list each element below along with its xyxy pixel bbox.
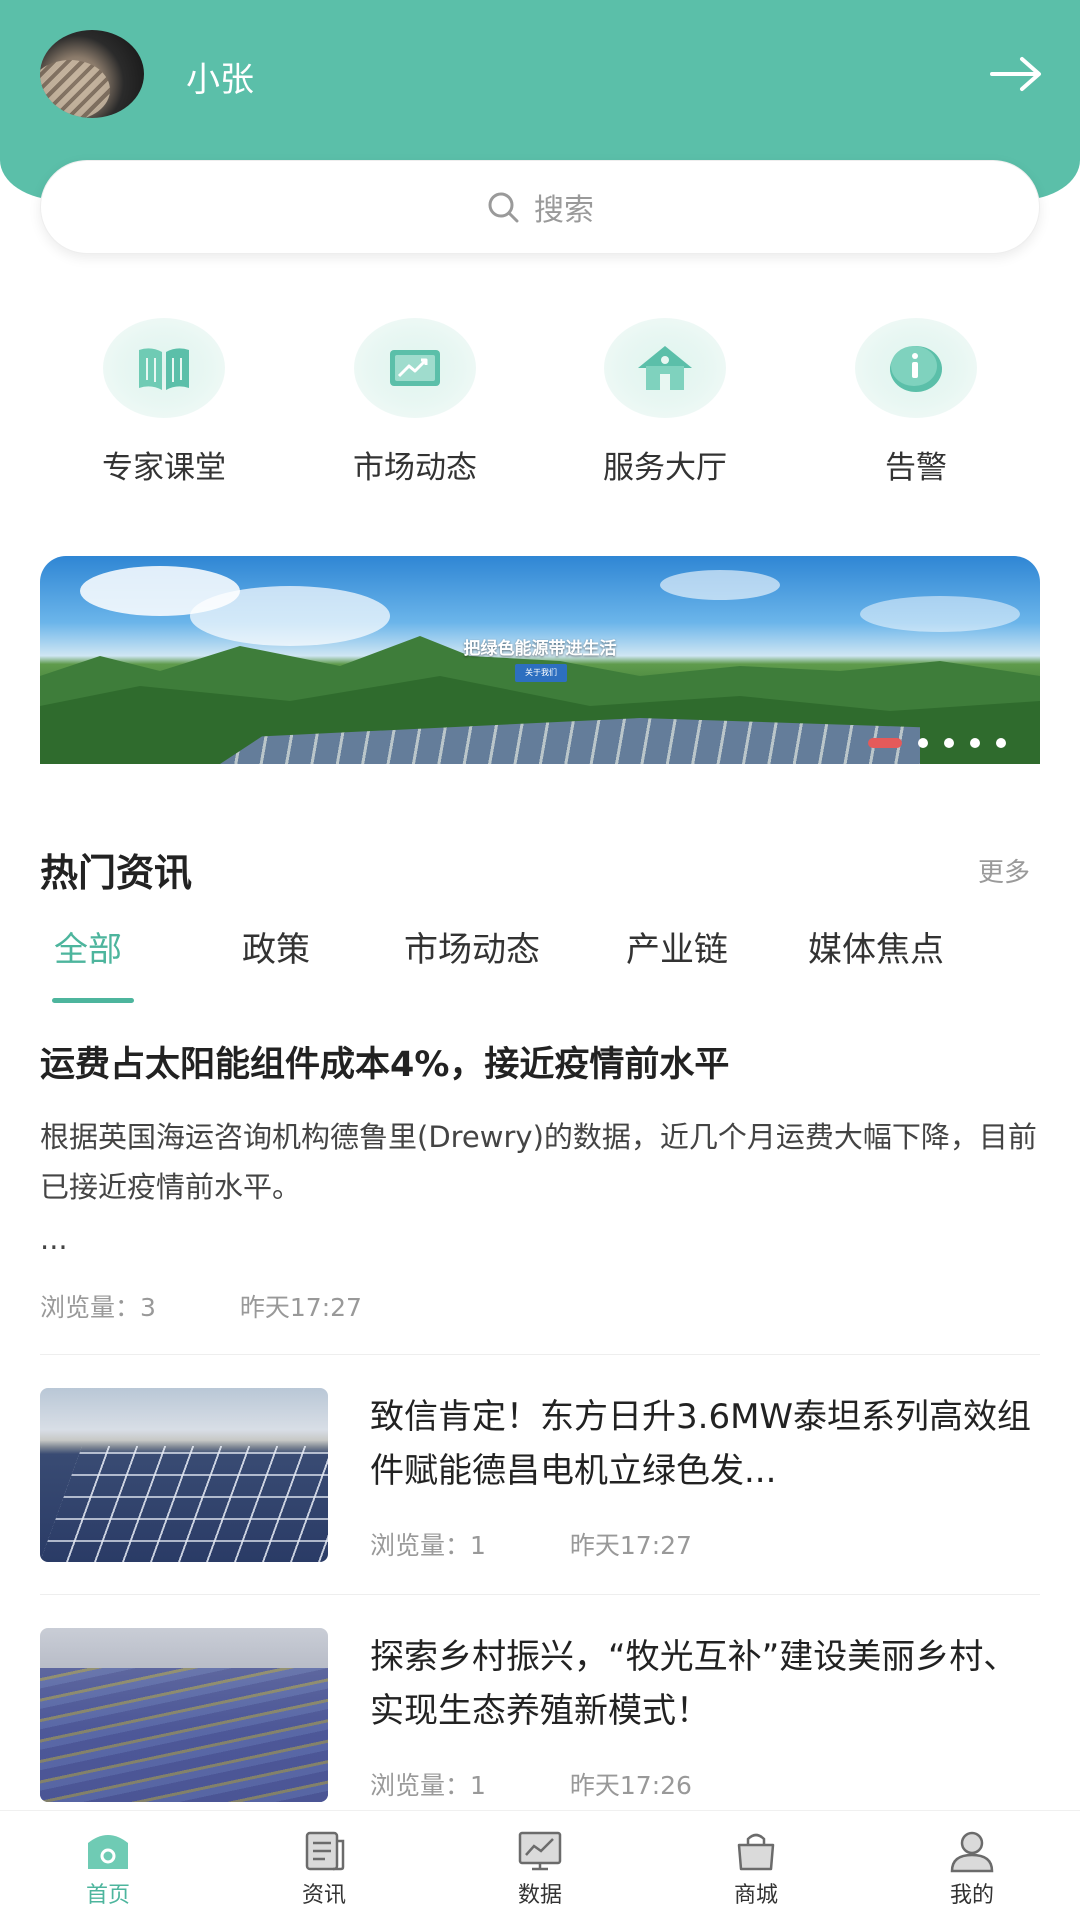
nav-home[interactable]: 首页 — [48, 1829, 168, 1909]
article-title[interactable]: 探索乡村振兴，“牧光互补”建设美丽乡村、实现生态养殖新模式！ — [370, 1630, 1040, 1738]
avatar[interactable] — [40, 30, 144, 118]
quick-label: 专家课堂 — [102, 450, 226, 486]
book-icon — [139, 348, 189, 390]
tab-market[interactable]: 市场动态 — [404, 922, 540, 971]
nav-label: 我的 — [949, 1883, 994, 1908]
tab-active-indicator — [52, 998, 134, 1003]
banner-about-button[interactable]: 关于我们 — [515, 664, 567, 682]
carousel-indicators — [868, 738, 1006, 748]
info-alert-icon — [890, 346, 942, 392]
carousel-dot-active[interactable] — [868, 738, 902, 748]
arrow-right-icon[interactable] — [990, 56, 1042, 92]
featured-title[interactable]: 运费占太阳能组件成本4%，接近疫情前水平 — [40, 1036, 1040, 1087]
quick-label: 市场动态 — [353, 450, 477, 486]
nav-label: 首页 — [85, 1883, 130, 1908]
tab-all[interactable]: 全部 — [54, 922, 122, 971]
article-meta: 浏览量：1 昨天17:27 — [370, 1526, 692, 1562]
search-bar[interactable]: 搜索 — [40, 160, 1040, 254]
view-count: 浏览量：3 — [40, 1293, 156, 1322]
tab-media-focus[interactable]: 媒体焦点 — [808, 922, 944, 971]
list-item[interactable]: 探索乡村振兴，“牧光互补”建设美丽乡村、实现生态养殖新模式！ 浏览量：1 昨天17… — [40, 1628, 1040, 1804]
quick-item-alert[interactable]: 告警 — [816, 318, 1016, 487]
featured-ellipsis: ... — [40, 1222, 68, 1256]
list-item[interactable]: 致信肯定！东方日升3.6MW泰坦系列高效组件赋能德昌电机立绿色发... 浏览量：… — [40, 1388, 1040, 1564]
home-service-icon — [638, 346, 692, 390]
search-placeholder: 搜索 — [534, 193, 594, 228]
featured-meta: 浏览量：3 昨天17:27 — [40, 1288, 362, 1324]
divider — [40, 1354, 1040, 1355]
nav-shop[interactable]: 商城 — [696, 1829, 816, 1909]
carousel-dot[interactable] — [944, 738, 954, 748]
view-count: 浏览量：1 — [370, 1531, 486, 1560]
quick-menu: 专家课堂 市场动态 服务大厅 告警 — [0, 318, 1080, 498]
section-title: 热门资讯 — [40, 851, 193, 895]
article-thumbnail — [40, 1628, 328, 1802]
article-meta: 浏览量：1 昨天17:26 — [370, 1766, 692, 1802]
view-count: 浏览量：1 — [370, 1771, 486, 1800]
banner-cloud — [660, 570, 780, 600]
username[interactable]: 小张 — [186, 52, 254, 101]
nav-label: 商城 — [733, 1883, 778, 1908]
nav-news[interactable]: 资讯 — [264, 1829, 384, 1909]
nav-label: 数据 — [517, 1883, 562, 1908]
more-link[interactable]: 更多 — [978, 852, 1030, 889]
carousel-dot[interactable] — [970, 738, 980, 748]
article-thumbnail — [40, 1388, 328, 1562]
publish-time: 昨天17:26 — [569, 1771, 692, 1800]
home-icon — [88, 1835, 128, 1869]
data-chart-icon — [518, 1831, 562, 1871]
nav-data[interactable]: 数据 — [480, 1829, 600, 1909]
user-icon — [950, 1831, 994, 1873]
news-tabs: 全部 政策 市场动态 产业链 媒体焦点 — [0, 922, 1080, 1003]
quick-item-service-hall[interactable]: 服务大厅 — [565, 318, 765, 487]
quick-label: 服务大厅 — [603, 450, 727, 486]
market-chart-icon — [390, 350, 440, 386]
banner-title: 把绿色能源带进生活 — [463, 639, 617, 659]
banner-carousel[interactable]: 把绿色能源带进生活 关于我们 — [40, 556, 1040, 764]
quick-item-expert-class[interactable]: 专家课堂 — [64, 318, 264, 487]
article-title[interactable]: 致信肯定！东方日升3.6MW泰坦系列高效组件赋能德昌电机立绿色发... — [370, 1390, 1040, 1498]
quick-label: 告警 — [885, 450, 947, 486]
nav-label: 资讯 — [301, 1883, 346, 1908]
shop-bag-icon — [737, 1833, 775, 1871]
quick-item-market[interactable]: 市场动态 — [315, 318, 515, 487]
divider — [40, 1594, 1040, 1595]
tab-policy[interactable]: 政策 — [242, 922, 310, 971]
nav-profile[interactable]: 我的 — [912, 1829, 1032, 1909]
carousel-dot[interactable] — [918, 738, 928, 748]
bottom-navigation: 首页 资讯 数据 商城 我的 — [0, 1810, 1080, 1920]
publish-time: 昨天17:27 — [239, 1293, 362, 1322]
search-icon — [488, 192, 519, 223]
publish-time: 昨天17:27 — [569, 1531, 692, 1560]
carousel-dot[interactable] — [996, 738, 1006, 748]
news-icon — [305, 1831, 345, 1871]
tab-industry-chain[interactable]: 产业链 — [626, 922, 728, 971]
featured-summary: 根据英国海运咨询机构德鲁里(Drewry)的数据，近几个月运费大幅下降，目前已接… — [40, 1120, 1037, 1204]
